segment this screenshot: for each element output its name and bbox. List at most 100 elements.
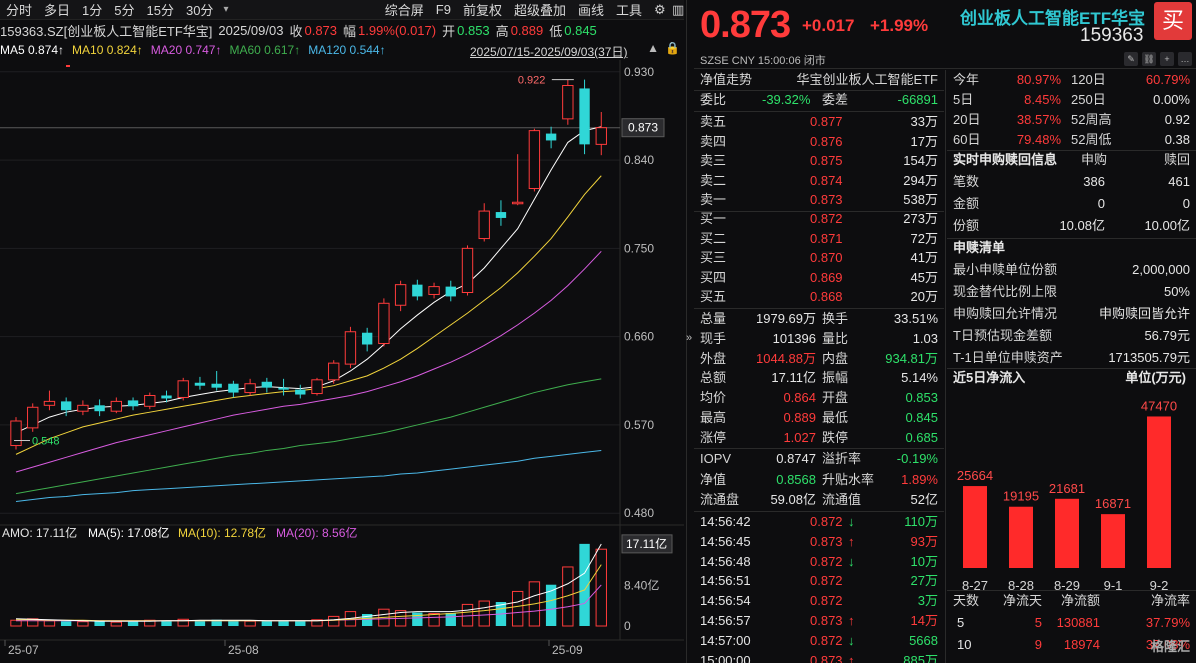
netflow-chart: 256648-27191958-28216818-29168719-147470…	[957, 398, 1177, 593]
ma5-line	[15, 126, 602, 434]
tab-1min[interactable]: 1分	[76, 0, 108, 19]
lock-icon[interactable]: 🔒	[665, 41, 680, 55]
last-price: 0.873	[700, 4, 791, 46]
super-overlay-button[interactable]: 超级叠加	[508, 0, 572, 19]
nav-trend-tab[interactable]: 净值走势	[700, 70, 752, 90]
add-watch-icon[interactable]: +	[1160, 52, 1174, 66]
stat-label: 总量	[700, 311, 727, 326]
gear-icon[interactable]: ⚙	[648, 2, 666, 18]
bid-qty: 45万	[910, 269, 938, 285]
perf-label: 今年	[953, 72, 980, 87]
redeem-value: 0	[1182, 196, 1190, 211]
tick-arrow-icon: ↓	[848, 632, 855, 648]
volume-bar	[328, 615, 340, 627]
stat-label: 总额	[700, 370, 727, 386]
stat-label: 最低	[822, 410, 849, 425]
chart-toolbar: 分时 多日 1分 5分 15分 30分 ▾ 综合屏 F9 前复权 超级叠加 画线…	[0, 0, 684, 20]
tab-multiday[interactable]: 多日	[38, 0, 76, 19]
price-axis-label: 0.840	[624, 153, 654, 167]
date-range-link[interactable]: 2025/07/15-2025/09/03(37日)	[470, 43, 627, 60]
netflow-bar	[1101, 514, 1125, 568]
kline-icon[interactable]: ▥	[666, 2, 684, 18]
composite-screen-button[interactable]: 综合屏	[379, 0, 430, 19]
iopv-label: 溢折率	[822, 451, 862, 466]
period-dropdown-icon[interactable]: ▾	[219, 4, 232, 15]
kline-svg[interactable]: 0.930 0.840 0.750 0.660 0.570 0.480 0.873 0.922…	[0, 60, 684, 663]
tick-price: 0.872	[810, 593, 843, 609]
book-stat-row: 外盘 1044.88万 内盘 934.81万	[694, 349, 944, 369]
netflow-value: 16871	[1095, 496, 1131, 511]
price-axis-label: 0.570	[624, 418, 654, 432]
high-value: 0.889	[510, 23, 544, 38]
low-value: 0.845	[564, 23, 597, 38]
tick-row: 14:56:48 0.872 ↓ 10万	[694, 552, 944, 572]
buy-button[interactable]: 买	[1154, 2, 1192, 40]
tick-qty: 14万	[910, 613, 938, 628]
ma10-legend: MA10 0.824↑	[72, 43, 143, 57]
candle-body	[428, 286, 440, 295]
candle-body	[545, 133, 557, 141]
tick-price: 0.873	[810, 613, 843, 628]
edit-icon[interactable]: ✎	[1124, 52, 1138, 66]
list-label: T-1日单位申赎资产	[953, 350, 1063, 365]
netflow-unit: 单位(万元)	[1125, 370, 1186, 385]
tick-arrow-icon: ↑	[848, 652, 855, 663]
tab-timeshare[interactable]: 分时	[0, 0, 38, 19]
f9-button[interactable]: F9	[430, 2, 457, 17]
netflow-value: 21681	[1049, 481, 1085, 496]
ask-qty: 538万	[903, 192, 938, 208]
order-ratio-value: -39.32%	[762, 92, 811, 107]
flow-table-row: 5 5 130881 37.79%	[947, 613, 1196, 633]
bid-row: 买二 0.871 72万	[694, 229, 944, 249]
more-icon[interactable]: …	[1178, 52, 1192, 66]
list-row: 最小申赎单位份额 2,000,000	[947, 260, 1196, 280]
tick-price: 0.872	[810, 514, 843, 529]
tick-price: 0.873	[810, 533, 843, 549]
candle-body	[445, 286, 456, 297]
flow-table-header: 净流额	[1060, 593, 1100, 608]
stat-value: 33.51%	[893, 311, 938, 326]
perf-value: 79.48%	[1016, 132, 1061, 147]
flow-table-cell: 18974	[1063, 637, 1100, 652]
bid-level-label: 买三	[700, 250, 727, 266]
kline-chart[interactable]: 0.930 0.840 0.750 0.660 0.570 0.480 0.873 0.922…	[0, 60, 684, 663]
candle-body	[60, 401, 72, 411]
draw-line-button[interactable]: 画线	[572, 0, 610, 19]
volume-bar	[43, 620, 56, 627]
volume-bar	[445, 613, 456, 626]
date-axis-label: 25-09	[552, 643, 583, 657]
link-icon[interactable]: ⛓	[1142, 52, 1156, 66]
volume-legend: AMO: 17.11亿	[2, 525, 77, 540]
tab-30min[interactable]: 30分	[180, 0, 219, 19]
volume-bar	[194, 620, 206, 626]
forward-adjust-button[interactable]: 前复权	[457, 0, 508, 19]
stat-label: 振幅	[822, 370, 849, 386]
realtime-label: 金额	[953, 196, 980, 211]
candle-body	[110, 400, 123, 412]
iopv-row: IOPV 0.8747 溢折率 -0.19%	[694, 449, 944, 469]
tick-arrow-icon: ↓	[848, 553, 855, 569]
expand-panel-icon[interactable]: »	[686, 332, 694, 344]
ask-row: 卖四 0.876 17万	[694, 132, 944, 152]
perf-value: 0.00%	[1153, 92, 1190, 107]
list-label: 申购赎回允许情况	[953, 306, 1058, 321]
netflow-title: 近5日净流入	[953, 370, 1026, 385]
candle-body	[228, 383, 239, 393]
realtime-label: 份额	[953, 218, 980, 233]
bid-price: 0.871	[810, 230, 843, 246]
tick-time: 14:56:54	[700, 593, 751, 609]
stat-value: 17.11亿	[771, 370, 816, 386]
tab-15min[interactable]: 15分	[141, 0, 180, 19]
collapse-icon[interactable]: ▲	[647, 41, 659, 55]
tools-button[interactable]: 工具	[610, 0, 648, 19]
price-change-percent: +1.99%	[870, 16, 929, 35]
volume-bar	[278, 621, 289, 626]
stat-value: 934.81万	[885, 350, 938, 366]
stat-label: 量比	[822, 330, 849, 346]
iopv-label: 升贴水率	[822, 471, 875, 487]
perf-row: 今年 80.97% 120日 60.79%	[947, 70, 1196, 90]
ask-level-label: 卖一	[700, 192, 727, 208]
tick-qty: 93万	[910, 533, 938, 549]
ask-price: 0.875	[810, 153, 843, 169]
tab-5min[interactable]: 5分	[108, 0, 140, 19]
